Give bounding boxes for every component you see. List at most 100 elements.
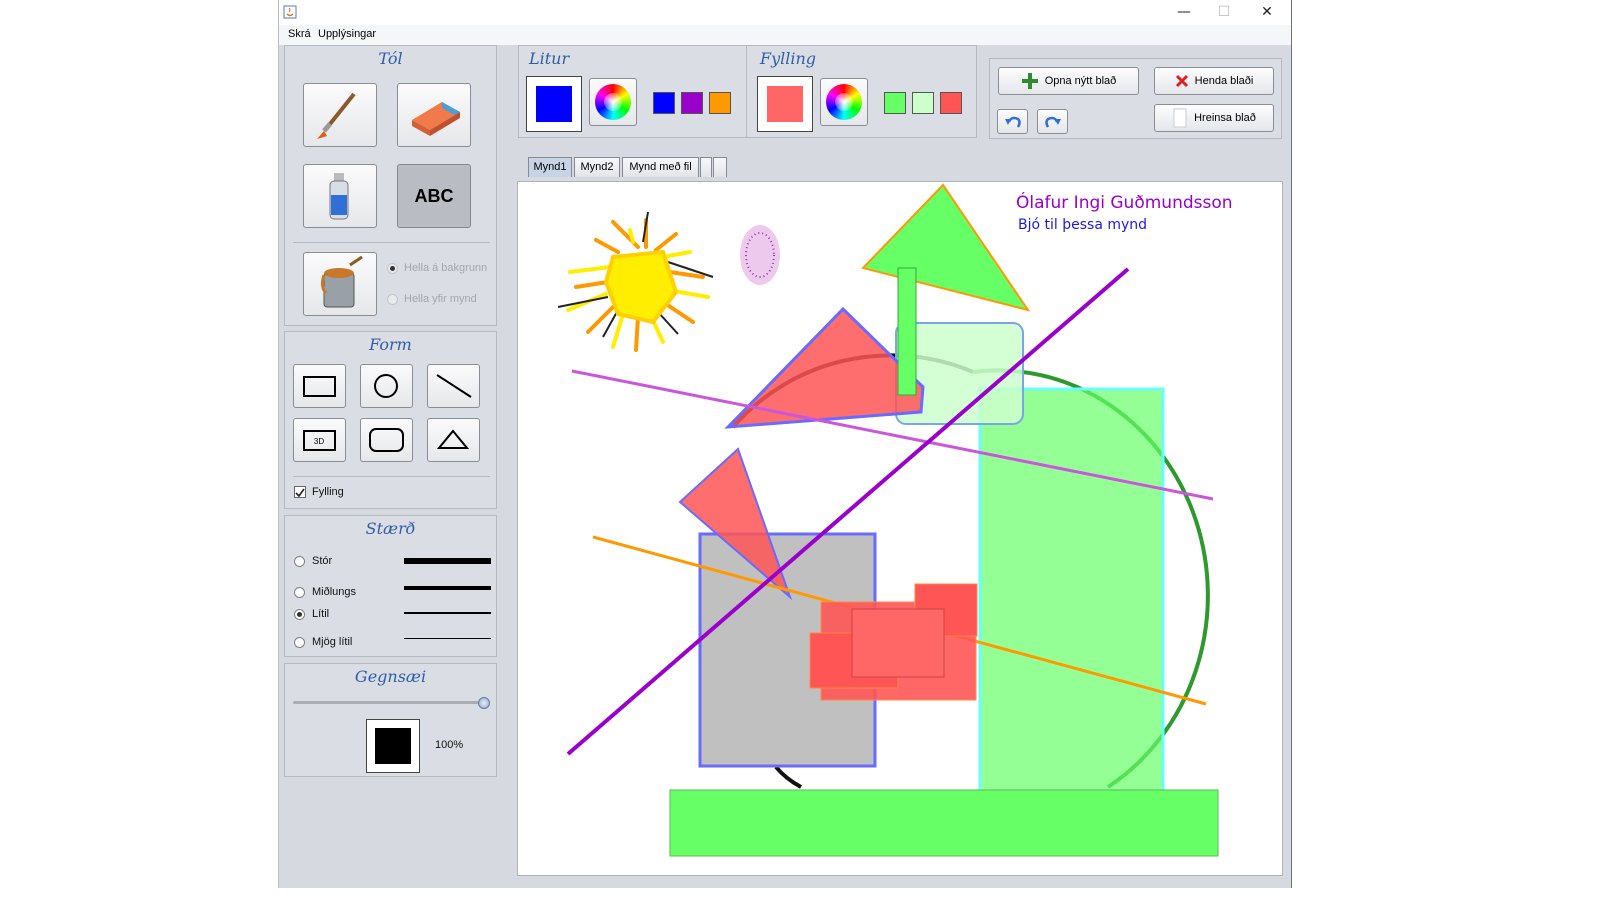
text-tool-button[interactable]: ABC [397,164,471,228]
clear-sheet-label: Hreinsa blað [1194,112,1256,124]
divider [293,242,490,243]
undo-button[interactable] [997,109,1028,134]
tab-mynd1[interactable]: Mynd1 [528,157,572,177]
tools-panel: Tól ABC Hella á bakgrunn Hella yfir mynd [284,45,497,326]
current-fill-swatch [767,86,803,122]
color-wheel-icon [595,84,631,120]
size-small-preview [404,612,491,614]
recent-fill-light-green[interactable] [912,92,934,114]
new-sheet-label: Opna nýtt blað [1044,75,1117,87]
shape-title: Form [369,335,412,354]
size-small-radio[interactable] [294,609,305,620]
transparency-slider-thumb[interactable] [478,697,490,709]
size-panel: Stærð Stór Miðlungs Lítil Mjög lítil [284,515,497,657]
size-small-label: Lítil [312,608,330,620]
brush-tool-button[interactable] [303,83,377,147]
size-medium-preview [404,586,491,590]
size-very-small-preview [404,638,491,639]
tab-mynd-med-fil[interactable]: Mynd með fil [622,157,699,177]
action-panel: Opna nýtt blað Henda blaði Hreinsa blað [989,58,1282,139]
discard-sheet-button[interactable]: Henda blaði [1154,67,1274,95]
transparency-title: Gegnsæi [354,667,427,686]
recent-color-orange[interactable] [709,92,731,114]
tab-mynd2[interactable]: Mynd2 [574,157,620,177]
circle-icon [374,374,398,398]
fill-checkbox-label: Fylling [312,486,344,498]
java-app-icon [283,5,297,19]
rectangle-icon [303,376,336,397]
new-sheet-button[interactable]: Opna nýtt blað [998,67,1139,95]
triangle-icon [436,429,470,449]
divider [293,476,490,477]
3d-rectangle-shape-button[interactable]: 3D [293,418,346,462]
eraser-icon [412,102,460,136]
undo-icon [1004,116,1021,128]
redo-button[interactable] [1037,109,1068,134]
color-title: Litur [529,49,570,68]
pour-over-image-radio[interactable] [387,294,398,305]
fill-picker-button[interactable] [820,78,868,126]
transparency-panel: Gegnsæi 100% [284,663,497,777]
recent-fill-red[interactable] [940,92,962,114]
eraser-tool-button[interactable] [397,83,471,147]
fill-title: Fylling [760,49,817,68]
color-wheel-icon [826,84,862,120]
pour-over-image-label: Hella yfir mynd [404,293,477,305]
spray-tool-button[interactable] [303,164,377,228]
size-large-label: Stór [312,555,333,567]
size-medium-radio[interactable] [294,587,305,598]
recent-color-purple[interactable] [681,92,703,114]
fill-checkbox[interactable] [294,486,306,498]
checkmark-icon [295,488,305,498]
redo-icon [1044,116,1061,128]
recent-color-blue[interactable] [653,92,675,114]
plus-icon [1021,73,1038,89]
drawing-artwork [557,183,1219,857]
rectangle-shape-button[interactable] [293,364,346,408]
bucket-tool-button[interactable] [303,252,377,316]
transparency-slider-track[interactable] [293,701,490,704]
rounded-rectangle-shape-button[interactable] [360,418,413,462]
current-fill[interactable] [757,76,813,132]
size-medium-label: Miðlungs [312,586,357,598]
menu-bar: Skrá Upplýsingar [279,25,1291,45]
divider [746,46,747,137]
spray-can-icon [329,173,349,220]
3d-rectangle-icon: 3D [303,430,336,451]
svg-text:3D: 3D [314,437,324,446]
rounded-rectangle-icon [369,428,404,452]
color-fill-panel: Litur Fylling [518,45,977,138]
canvas-caption-text: Bjó til þessa mynd [1018,217,1148,233]
red-x-icon [1175,74,1188,88]
maximize-button[interactable]: ☐ [1209,4,1239,22]
minimize-button[interactable]: — [1169,4,1199,22]
current-color[interactable] [526,76,582,132]
size-title: Stærð [365,519,416,538]
triangle-shape-button[interactable] [427,418,480,462]
drawing-canvas[interactable]: Ólafur Ingi Guðmundsson Bjó til þessa my… [517,181,1283,876]
line-shape-button[interactable] [427,364,480,408]
size-very-small-radio[interactable] [294,637,305,648]
transparency-preview-swatch [375,728,411,764]
size-large-preview [404,558,491,564]
menu-file[interactable]: Skrá [288,28,311,40]
pour-background-radio[interactable] [387,263,398,274]
transparency-value: 100% [435,739,464,751]
sun-drawing [557,211,714,352]
recent-fill-green[interactable] [884,92,906,114]
tools-title: Tól [378,49,403,68]
discard-sheet-label: Henda blaði [1194,75,1254,87]
clear-sheet-button[interactable]: Hreinsa blað [1154,104,1274,132]
circle-shape-button[interactable] [360,364,413,408]
app-window: — ☐ ✕ Skrá Upplýsingar Tól ABC Hella á b… [278,0,1292,888]
color-picker-button[interactable] [589,78,637,126]
tab-empty-2[interactable] [713,157,727,177]
close-button[interactable]: ✕ [1252,4,1282,22]
transparency-preview [366,719,420,773]
menu-info[interactable]: Upplýsingar [318,28,376,40]
size-very-small-label: Mjög lítil [312,636,353,648]
size-large-radio[interactable] [294,556,305,567]
line-icon [436,374,472,398]
tab-empty-1[interactable] [700,157,712,177]
brush-icon [317,92,356,139]
